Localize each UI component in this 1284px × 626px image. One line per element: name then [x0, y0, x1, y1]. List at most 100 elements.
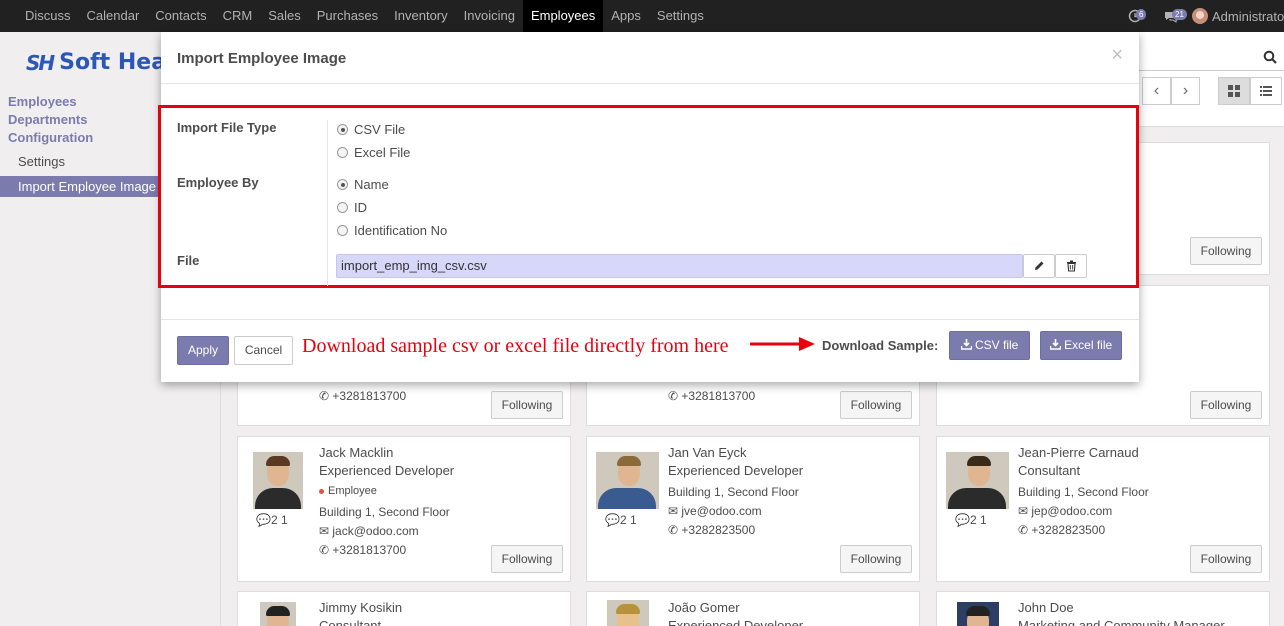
- menu-crm[interactable]: CRM: [215, 0, 261, 32]
- search-icon: [1263, 50, 1277, 64]
- radio-excel-file[interactable]: Excel File: [337, 145, 410, 160]
- avatar: [1192, 8, 1208, 24]
- menu-employees[interactable]: Employees: [522, 0, 604, 32]
- following-button[interactable]: Following: [1190, 391, 1262, 419]
- menu-apps[interactable]: Apps: [603, 0, 649, 32]
- cancel-button[interactable]: Cancel: [234, 336, 293, 365]
- download-icon: [960, 339, 972, 350]
- following-button[interactable]: Following: [491, 391, 563, 419]
- form-divider: [327, 120, 328, 286]
- employee-card[interactable]: John Doe Marketing and Community Manager: [936, 591, 1270, 626]
- radio-name[interactable]: Name: [337, 177, 389, 192]
- employee-photo: [253, 452, 303, 509]
- employee-card[interactable]: João Gomer Experienced Developer: [586, 591, 920, 626]
- pencil-icon: [1035, 261, 1044, 270]
- sidebar-item-import-employee-image[interactable]: Import Employee Image: [0, 176, 158, 197]
- grid-icon: [1228, 85, 1240, 97]
- employee-photo: [260, 602, 296, 626]
- download-icon: [1049, 339, 1062, 350]
- download-sample-label: Download Sample:: [822, 338, 939, 353]
- card-stats: 💬2 1: [605, 513, 637, 527]
- messages-button[interactable]: 21: [1156, 0, 1192, 32]
- activity-button[interactable]: 6: [1120, 0, 1156, 32]
- navbar-systray: 6 21 Administrator: [1120, 0, 1284, 32]
- card-job: Experienced Developer: [319, 463, 455, 478]
- menu-sales[interactable]: Sales: [260, 0, 309, 32]
- close-button[interactable]: ×: [1111, 44, 1123, 67]
- following-button[interactable]: Following: [491, 545, 563, 573]
- import-file-type-label: Import File Type: [177, 120, 277, 135]
- radio-identification-no[interactable]: Identification No: [337, 223, 447, 238]
- menu-contacts[interactable]: Contacts: [147, 0, 214, 32]
- following-button[interactable]: Following: [840, 545, 912, 573]
- radio-button[interactable]: [337, 225, 348, 236]
- menu-purchases[interactable]: Purchases: [309, 0, 386, 32]
- menu-settings[interactable]: Settings: [649, 0, 712, 32]
- following-button[interactable]: Following: [840, 391, 912, 419]
- menu-calendar[interactable]: Calendar: [79, 0, 148, 32]
- card-location: Building 1, Second Floor: [1018, 485, 1149, 499]
- card-stats: 💬2 1: [256, 513, 288, 527]
- file-input[interactable]: import_emp_img_csv.csv: [336, 254, 1023, 278]
- user-menu[interactable]: Administrator: [1192, 8, 1284, 24]
- download-csv-button[interactable]: CSV file: [949, 331, 1030, 360]
- kanban-view-button[interactable]: [1218, 77, 1250, 105]
- card-job: Marketing and Community Manager: [1018, 618, 1225, 626]
- annotation-text: Download sample csv or excel file direct…: [302, 335, 729, 357]
- list-view-button[interactable]: [1250, 77, 1282, 105]
- card-location: Building 1, Second Floor: [668, 485, 799, 499]
- search-input[interactable]: [1139, 43, 1284, 71]
- radio-button[interactable]: [337, 179, 348, 190]
- activity-count-badge: 6: [1136, 9, 1147, 20]
- edit-file-button[interactable]: [1023, 254, 1055, 278]
- employee-card[interactable]: Jimmy Kosikin Consultant: [237, 591, 571, 626]
- card-phone: ✆ +3281813700: [319, 543, 407, 557]
- radio-csv-file[interactable]: CSV File: [337, 122, 405, 137]
- sidebar-item-departments[interactable]: Departments: [8, 112, 87, 127]
- download-excel-button[interactable]: Excel file: [1040, 331, 1122, 360]
- card-job: Consultant: [1018, 463, 1081, 478]
- card-name: John Doe: [1018, 600, 1074, 615]
- employee-card[interactable]: Jack Macklin Experienced Developer Emplo…: [237, 436, 571, 582]
- card-phone: ✆ +3282823500: [668, 523, 756, 537]
- card-phone: ✆ +3281813700: [319, 389, 407, 403]
- following-button[interactable]: Following: [1190, 545, 1262, 573]
- sidebar-item-employees[interactable]: Employees: [8, 94, 77, 109]
- pager-next-button[interactable]: ›: [1171, 77, 1200, 105]
- card-job: Experienced Developer: [668, 618, 804, 626]
- menu-inventory[interactable]: Inventory: [386, 0, 455, 32]
- app-menu: Discuss Calendar Contacts CRM Sales Purc…: [17, 0, 712, 32]
- sidebar-item-settings[interactable]: Settings: [18, 154, 65, 169]
- trash-icon: [1067, 260, 1076, 272]
- menu-invoicing[interactable]: Invoicing: [456, 0, 523, 32]
- pager-previous-button[interactable]: ‹: [1142, 77, 1171, 105]
- card-name: Jan Van Eyck: [668, 445, 747, 460]
- radio-id[interactable]: ID: [337, 200, 367, 215]
- card-location: Building 1, Second Floor: [319, 505, 450, 519]
- card-email: ✉ jep@odoo.com: [1018, 504, 1113, 518]
- logo-mark: SH: [26, 50, 55, 75]
- sidebar-item-configuration[interactable]: Configuration: [8, 130, 93, 145]
- menu-discuss[interactable]: Discuss: [17, 0, 79, 32]
- card-name: Jean-Pierre Carnaud: [1018, 445, 1139, 460]
- modal-header: Import Employee Image ×: [161, 32, 1139, 84]
- employee-card[interactable]: Jean-Pierre Carnaud Consultant Building …: [936, 436, 1270, 582]
- top-navbar: Discuss Calendar Contacts CRM Sales Purc…: [0, 0, 1284, 32]
- employee-card[interactable]: Jan Van Eyck Experienced Developer Build…: [586, 436, 920, 582]
- import-employee-image-dialog: Import Employee Image × Import File Type…: [158, 32, 1139, 382]
- card-tag: Employee: [319, 485, 377, 497]
- messages-count-badge: 21: [1172, 9, 1187, 20]
- radio-button[interactable]: [337, 202, 348, 213]
- arrow-right-icon: [750, 337, 815, 351]
- clear-file-button[interactable]: [1055, 254, 1087, 278]
- apply-button[interactable]: Apply: [177, 336, 229, 365]
- employee-photo: [607, 600, 649, 626]
- following-button[interactable]: Following: [1190, 237, 1262, 265]
- list-icon: [1260, 86, 1272, 96]
- radio-button[interactable]: [337, 124, 348, 135]
- card-job: Experienced Developer: [668, 463, 804, 478]
- radio-button[interactable]: [337, 147, 348, 158]
- modal-title: Import Employee Image: [177, 50, 347, 67]
- card-name: João Gomer: [668, 600, 740, 615]
- user-name: Administrator: [1212, 8, 1284, 24]
